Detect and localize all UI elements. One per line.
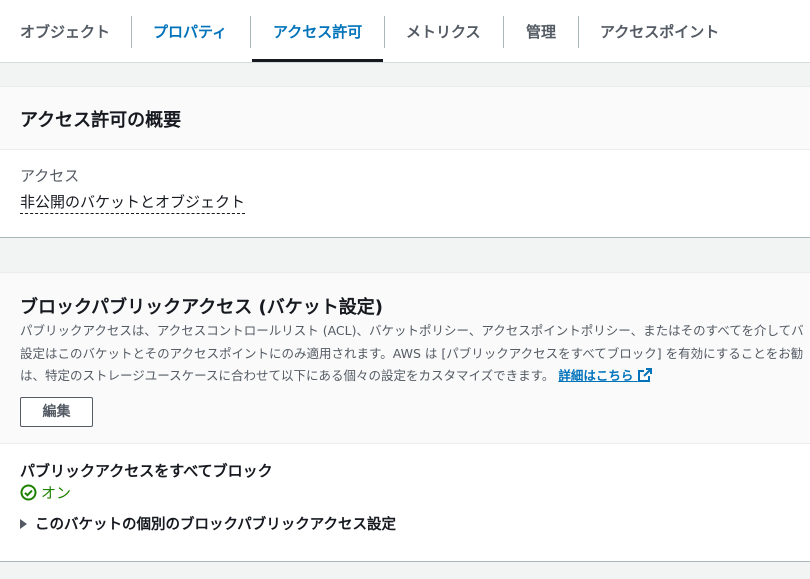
tab-bar: オブジェクト プロパティ アクセス許可 メトリクス 管理 アクセスポイント (0, 0, 810, 63)
panel-description: パブリックアクセスは、アクセスコントロールリスト (ACL)、バケットポリシー、… (20, 320, 810, 388)
tab-divider (578, 16, 579, 48)
tab-properties[interactable]: プロパティ (153, 0, 227, 62)
external-link-icon (637, 368, 652, 382)
panel-title: ブロックパブリックアクセス (バケット設定) (20, 297, 383, 318)
tab-divider (131, 16, 132, 48)
learn-more-label: 詳細はこちら (558, 368, 634, 383)
tab-divider (250, 16, 251, 48)
description-line: は、特定のストレージユースケースに合わせて以下にある個々の設定をカスタマイズでき… (20, 365, 810, 388)
check-circle-icon (20, 484, 37, 501)
block-all-status: オン (20, 482, 71, 503)
caret-right-icon (20, 518, 27, 529)
tab-objects[interactable]: オブジェクト (20, 0, 110, 62)
access-value: 非公開のバケットとオブジェクト (20, 191, 246, 214)
panel-header: アクセス許可の概要 (0, 87, 810, 150)
tab-metrics[interactable]: メトリクス (406, 0, 481, 62)
learn-more-link[interactable]: 詳細はこちら (558, 368, 652, 383)
permissions-overview-panel: アクセス許可の概要 アクセス 非公開のバケットとオブジェクト (0, 86, 810, 238)
block-public-access-panel: ブロックパブリックアクセス (バケット設定) パブリックアクセスは、アクセスコン… (0, 272, 810, 562)
description-text: は、特定のストレージユースケースに合わせて以下にある個々の設定をカスタマイズでき… (20, 368, 555, 383)
tab-permissions[interactable]: アクセス許可 (273, 0, 362, 62)
expander-label: このバケットの個別のブロックパブリックアクセス設定 (35, 517, 397, 533)
tab-access-points[interactable]: アクセスポイント (600, 0, 719, 62)
access-label: アクセス (20, 167, 80, 185)
status-text: オン (41, 484, 72, 502)
block-all-label: パブリックアクセスをすべてブロック (20, 462, 273, 480)
tab-management[interactable]: 管理 (526, 0, 556, 62)
active-tab-indicator (252, 59, 383, 62)
tab-divider (503, 16, 504, 48)
tab-divider (384, 16, 385, 48)
description-line: パブリックアクセスは、アクセスコントロールリスト (ACL)、バケットポリシー、… (20, 323, 804, 338)
panel-title: アクセス許可の概要 (20, 110, 182, 131)
panel-header: ブロックパブリックアクセス (バケット設定) パブリックアクセスは、アクセスコン… (0, 273, 810, 444)
individual-settings-expander[interactable]: このバケットの個別のブロックパブリックアクセス設定 (20, 513, 396, 534)
edit-button[interactable]: 編集 (20, 397, 93, 427)
description-line: 設定はこのバケットとそのアクセスポイントにのみ適用されます。AWS は [パブリ… (20, 345, 804, 361)
